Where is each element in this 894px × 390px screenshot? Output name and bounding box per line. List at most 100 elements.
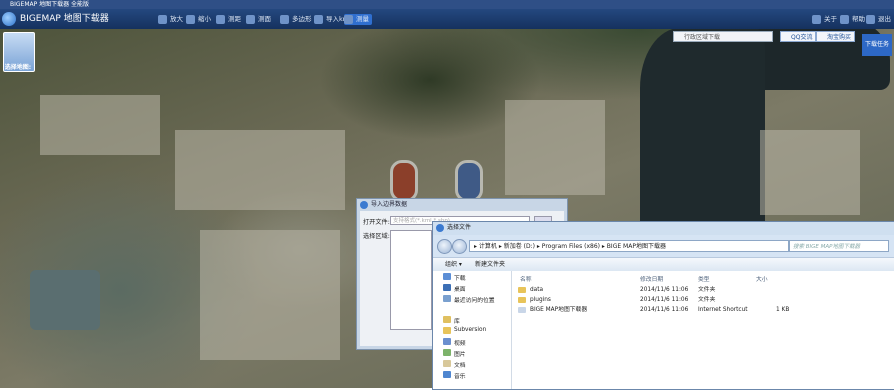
about-button[interactable]: 关于 bbox=[812, 14, 837, 25]
nav-item[interactable]: 下载 bbox=[443, 273, 466, 282]
breadcrumb[interactable]: ▸ 计算机 ▸ 新加卷 (D:) ▸ Program Files (x86) ▸… bbox=[469, 240, 789, 252]
nav-item[interactable]: Subversion bbox=[443, 327, 486, 334]
download-folder-icon bbox=[443, 273, 451, 280]
back-button[interactable] bbox=[437, 239, 452, 254]
exit-button[interactable]: 退出 bbox=[866, 14, 891, 25]
measure-icon bbox=[344, 15, 353, 24]
about-icon bbox=[812, 15, 821, 24]
measure-area-icon bbox=[246, 15, 255, 24]
nav-item[interactable]: 文档 bbox=[443, 360, 466, 369]
region-list[interactable] bbox=[390, 230, 432, 330]
nav-item[interactable]: 桌面 bbox=[443, 284, 466, 293]
file-type: 文件夹 bbox=[698, 287, 716, 293]
dialog-title-bar: 选择文件 bbox=[433, 222, 894, 234]
toolbar-label: 测距 bbox=[228, 15, 241, 23]
taobao-buy-button[interactable]: 淘宝购买 bbox=[816, 31, 856, 42]
folder-icon bbox=[518, 297, 526, 303]
download-task-button[interactable]: 下载任务 bbox=[862, 34, 892, 56]
building-cluster bbox=[40, 95, 160, 155]
map-select-label: 选择地图: bbox=[4, 64, 32, 71]
file-list: 名称 修改日期 类型 大小 data 2014/11/6 11:06 文件夹 plug… bbox=[512, 271, 894, 389]
toolbar-label: 关于 bbox=[824, 15, 837, 23]
import-kml-icon bbox=[314, 15, 323, 24]
nav-item[interactable]: 最近访问的位置 bbox=[443, 295, 495, 304]
nav-item[interactable]: 库 bbox=[443, 316, 460, 325]
file-date: 2014/11/6 11:06 bbox=[640, 297, 689, 303]
toolbar-label: 多边形 bbox=[292, 15, 312, 23]
toolbar-label: 放大 bbox=[170, 15, 183, 23]
pond-area bbox=[30, 270, 100, 330]
file-chooser-dialog: 选择文件 ▸ 计算机 ▸ 新加卷 (D:) ▸ Program Files (x… bbox=[432, 221, 894, 390]
breadcrumb-segment[interactable]: ▸ 新加卷 (D:) bbox=[499, 243, 537, 250]
address-bar-area: ▸ 计算机 ▸ 新加卷 (D:) ▸ Program Files (x86) ▸… bbox=[433, 235, 894, 257]
qq-chat-button[interactable]: QQ交流 bbox=[780, 31, 817, 42]
file-name: BIGE MAP地图下载器 bbox=[530, 307, 588, 313]
breadcrumb-segment[interactable]: ▸ Program Files (x86) bbox=[537, 243, 602, 250]
folder-icon bbox=[518, 287, 526, 293]
toolbar-label: 缩小 bbox=[198, 15, 211, 23]
toolbar-label: 测量 bbox=[356, 15, 369, 23]
file-type: 文件夹 bbox=[698, 297, 716, 303]
zoom-in-icon bbox=[158, 15, 167, 24]
measure-area-button[interactable]: 测面 bbox=[246, 14, 271, 25]
file-name: data bbox=[530, 287, 544, 293]
app-logo: BIGEMAP 地图下载器 bbox=[2, 10, 132, 28]
file-date: 2014/11/6 11:06 bbox=[640, 287, 689, 293]
measure-button[interactable]: 测量 bbox=[344, 14, 372, 25]
column-header-name[interactable]: 名称 bbox=[520, 274, 532, 283]
nav-item-label: 下载 bbox=[454, 276, 466, 282]
file-name: plugins bbox=[530, 297, 551, 303]
file-row[interactable]: data 2014/11/6 11:06 文件夹 bbox=[512, 285, 894, 295]
nav-item[interactable]: 图片 bbox=[443, 349, 466, 358]
column-header-date[interactable]: 修改日期 bbox=[640, 274, 663, 283]
polygon-button[interactable]: 多边形 bbox=[280, 14, 312, 25]
building-cluster bbox=[200, 230, 340, 360]
file-row[interactable]: BIGE MAP地图下载器 2014/11/6 11:06 Internet Sho… bbox=[512, 305, 894, 315]
breadcrumb-segment[interactable]: ▸ 计算机 bbox=[474, 243, 499, 250]
new-folder-button[interactable]: 新建文件夹 bbox=[475, 258, 505, 271]
nav-item-label: 文档 bbox=[454, 363, 466, 369]
help-button[interactable]: 帮助 bbox=[840, 14, 865, 25]
nav-item[interactable]: 视频 bbox=[443, 338, 466, 347]
open-file-label: 打开文件: bbox=[363, 219, 390, 226]
nav-item-label: 图片 bbox=[454, 352, 466, 358]
toolbar-label: 帮助 bbox=[852, 15, 865, 23]
measure-distance-button[interactable]: 测距 bbox=[216, 14, 241, 25]
documents-icon bbox=[443, 360, 451, 367]
nav-item[interactable]: 音乐 bbox=[443, 371, 466, 380]
folder-icon bbox=[443, 327, 451, 334]
dialog-title: 选择文件 bbox=[447, 224, 472, 231]
zoom-out-icon bbox=[186, 15, 195, 24]
dialog-title-bar: 导入边界数据 bbox=[357, 199, 567, 211]
library-icon bbox=[443, 316, 451, 323]
measure-distance-icon bbox=[216, 15, 225, 24]
building-cluster bbox=[505, 100, 605, 195]
file-size: 1 KB bbox=[776, 307, 790, 313]
nav-item-label: 桌面 bbox=[454, 287, 466, 293]
column-header-size[interactable]: 大小 bbox=[756, 274, 768, 283]
help-icon bbox=[840, 15, 849, 24]
nav-item-label: 音乐 bbox=[454, 374, 466, 380]
globe-icon bbox=[2, 11, 16, 26]
zoom-out-button[interactable]: 缩小 bbox=[186, 14, 211, 25]
region-download-input[interactable]: 行政区域下载 bbox=[673, 31, 773, 42]
forward-button[interactable] bbox=[452, 239, 467, 254]
zoom-in-button[interactable]: 放大 bbox=[158, 14, 183, 25]
nav-item-label: 视频 bbox=[454, 341, 466, 347]
organize-button[interactable]: 组织 ▾ bbox=[445, 258, 462, 271]
desktop-icon bbox=[443, 284, 451, 291]
polygon-icon bbox=[280, 15, 289, 24]
exit-icon bbox=[866, 15, 875, 24]
file-row[interactable]: plugins 2014/11/6 11:06 文件夹 bbox=[512, 295, 894, 305]
search-input[interactable]: 搜索 BIGE MAP地图下载器 bbox=[789, 240, 889, 252]
music-icon bbox=[443, 371, 451, 378]
recent-places-icon bbox=[443, 295, 451, 302]
navigation-pane: 下载桌面最近访问的位置库 Subversion 视频图片文档音乐 bbox=[433, 271, 512, 389]
logo-text: BIGEMAP 地图下载器 bbox=[20, 14, 109, 24]
column-header-type[interactable]: 类型 bbox=[698, 274, 710, 283]
globe-icon bbox=[436, 224, 444, 232]
file-type: Internet Shortcut bbox=[698, 307, 748, 313]
pictures-icon bbox=[443, 349, 451, 356]
window-title: BIGEMAP 地图下载器 全能版 bbox=[10, 1, 90, 8]
breadcrumb-segment[interactable]: ▸ BIGE MAP地图下载器 bbox=[602, 243, 666, 250]
